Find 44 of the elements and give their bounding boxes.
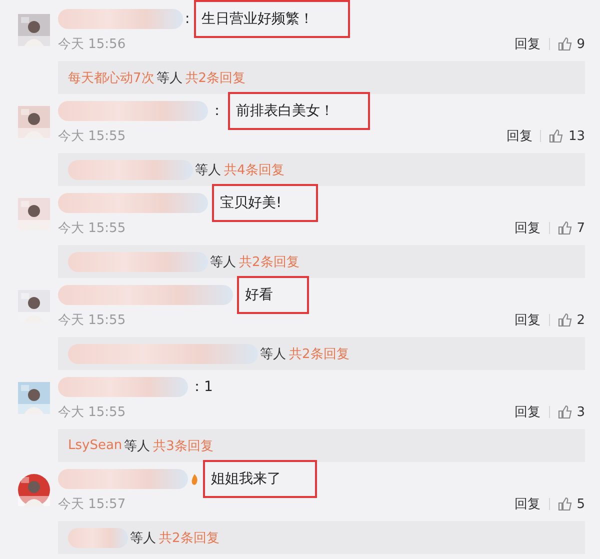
comment-text: 宝贝好美! [212,184,318,222]
like-count: 3 [576,404,585,420]
thumbs-up-icon[interactable] [558,405,572,419]
timestamp: 今大 15:55 [58,128,126,145]
reply-link[interactable]: 回复 [514,495,541,513]
others-label: 等人 [260,346,286,362]
timestamp: 今大 15:55 [58,404,126,421]
thumbs-up-icon[interactable] [558,497,572,511]
timestamp: 今天 15:57 [58,496,126,513]
others-label: 等人 [156,70,182,86]
reply-link[interactable]: 回复 [506,127,532,145]
colon: ： [210,102,224,120]
like-count: 5 [576,496,585,512]
timestamp: 今大 15:55 [58,220,126,237]
thumbs-up-icon[interactable] [549,129,564,143]
timestamp: 今天 15:55 [58,312,126,329]
replies-bar[interactable]: 等人 共2条回复 [58,337,585,370]
others-label: 等人 [210,254,236,270]
others-label: 等人 [124,438,150,454]
comment-text: 前排表白美女！ [228,92,370,130]
like-count: 2 [576,312,585,328]
blurred-username [68,528,128,548]
comment-text: 姐姐我来了 [203,460,317,498]
comment-text: 生日营业好频繁！ [194,0,350,38]
thumbs-up-icon[interactable] [558,221,572,235]
colon: : [185,11,190,27]
colon: ： [190,378,204,396]
others-label: 等人 [195,162,221,178]
comment-text: 1 [204,379,213,395]
thumbs-up-icon[interactable] [558,37,572,51]
reply-link[interactable]: 回复 [514,403,541,421]
like-count: 13 [568,128,585,144]
like-count: 7 [576,220,585,236]
reply-link[interactable]: 回复 [514,35,541,53]
others-label: 等人 [130,530,156,546]
replies-bar[interactable]: 等人 共2条回复 [58,521,585,554]
timestamp: 今天 15:56 [58,36,126,53]
reply-link[interactable]: 回复 [514,311,541,329]
like-count: 9 [576,36,585,52]
reply-link[interactable]: 回复 [514,219,541,237]
thumbs-up-icon[interactable] [558,313,572,327]
replies-bar[interactable]: 等人 共4条回复 [58,153,585,186]
replies-bar[interactable]: 等人 共2条回复 [58,245,585,278]
comment-text: 好看 [237,276,309,314]
